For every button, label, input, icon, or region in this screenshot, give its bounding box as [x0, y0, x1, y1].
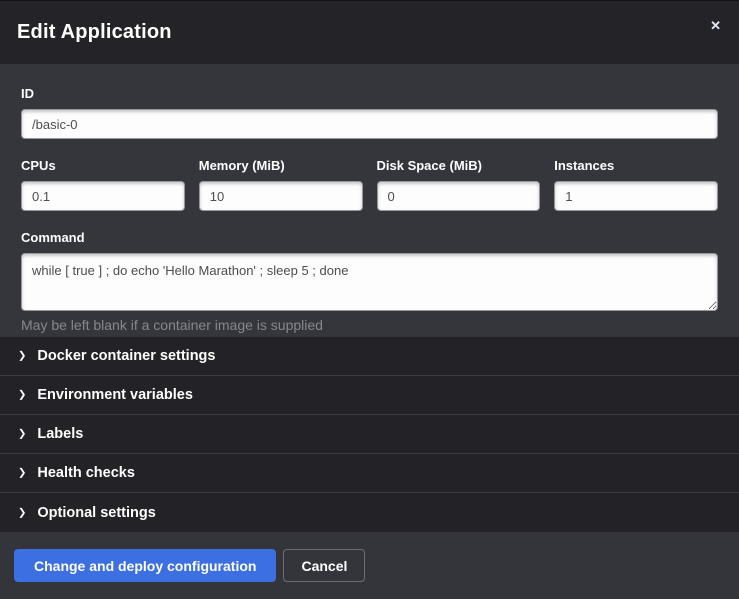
edit-application-modal: Edit Application ✕ ID CPUs Memory (MiB) … — [0, 0, 739, 599]
accordion-sections: ❯ Docker container settings ❯ Environmen… — [0, 337, 739, 532]
section-label: Labels — [37, 426, 83, 442]
modal-header: Edit Application ✕ — [0, 1, 739, 64]
cancel-button[interactable]: Cancel — [283, 549, 365, 582]
disk-field-group: Disk Space (MiB) — [377, 158, 541, 211]
disk-label: Disk Space (MiB) — [377, 158, 541, 173]
memory-input[interactable] — [199, 181, 363, 211]
section-label: Health checks — [37, 465, 135, 481]
command-textarea[interactable]: while [ true ] ; do echo 'Hello Marathon… — [21, 253, 718, 311]
cpus-field-group: CPUs — [21, 158, 185, 211]
memory-field-group: Memory (MiB) — [199, 158, 363, 211]
chevron-right-icon: ❯ — [18, 508, 26, 518]
instances-input[interactable] — [554, 181, 718, 211]
command-label: Command — [21, 230, 718, 245]
resources-row: CPUs Memory (MiB) Disk Space (MiB) Insta… — [21, 158, 718, 211]
command-help-text: May be left blank if a container image i… — [21, 317, 718, 333]
cpus-input[interactable] — [21, 181, 185, 211]
id-field-group: ID — [21, 86, 718, 139]
chevron-right-icon: ❯ — [18, 391, 26, 401]
section-health-checks[interactable]: ❯ Health checks — [0, 454, 739, 493]
chevron-right-icon: ❯ — [18, 352, 26, 362]
close-icon[interactable]: ✕ — [707, 16, 724, 35]
instances-field-group: Instances — [554, 158, 718, 211]
section-labels[interactable]: ❯ Labels — [0, 415, 739, 454]
section-optional-settings[interactable]: ❯ Optional settings — [0, 493, 739, 532]
chevron-right-icon: ❯ — [18, 469, 26, 479]
change-and-deploy-button[interactable]: Change and deploy configuration — [14, 549, 276, 582]
section-label: Environment variables — [37, 387, 193, 403]
section-label: Docker container settings — [37, 348, 215, 364]
section-label: Optional settings — [37, 505, 155, 521]
section-environment-variables[interactable]: ❯ Environment variables — [0, 376, 739, 415]
cpus-label: CPUs — [21, 158, 185, 173]
edit-application-form: ID CPUs Memory (MiB) Disk Space (MiB) In… — [0, 64, 739, 337]
instances-label: Instances — [554, 158, 718, 173]
modal-footer: Change and deploy configuration Cancel — [0, 532, 739, 599]
id-label: ID — [21, 86, 718, 101]
section-docker-container-settings[interactable]: ❯ Docker container settings — [0, 337, 739, 376]
modal-title: Edit Application — [17, 21, 172, 44]
id-input[interactable] — [21, 109, 718, 139]
command-field-group: Command while [ true ] ; do echo 'Hello … — [21, 230, 718, 333]
chevron-right-icon: ❯ — [18, 430, 26, 440]
memory-label: Memory (MiB) — [199, 158, 363, 173]
disk-input[interactable] — [377, 181, 541, 211]
